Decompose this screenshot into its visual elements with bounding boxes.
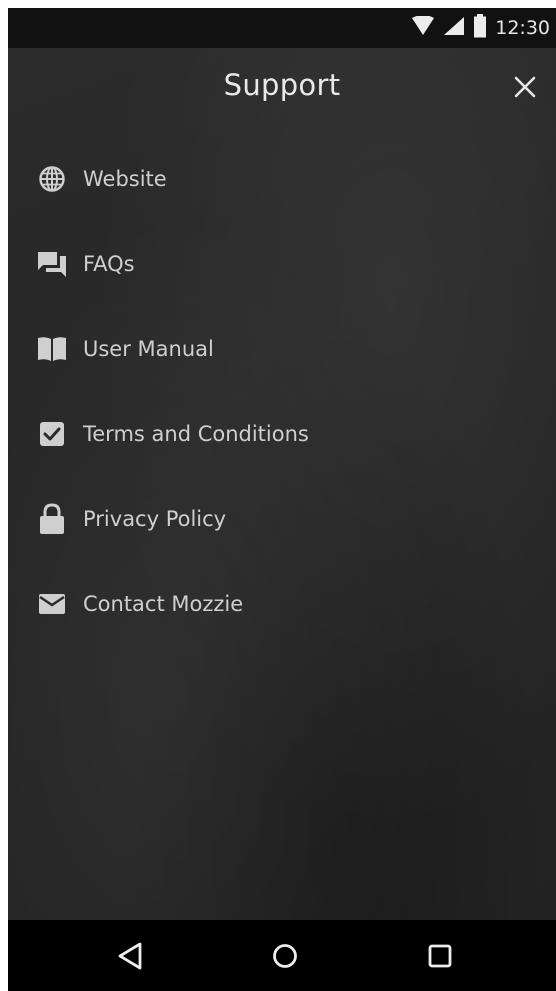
back-icon xyxy=(118,942,142,970)
status-time: 12:30 xyxy=(495,17,550,39)
menu-label-faqs: FAQs xyxy=(83,251,135,276)
menu-label-user-manual: User Manual xyxy=(83,336,214,361)
recents-button[interactable] xyxy=(418,934,462,978)
forum-icon xyxy=(36,248,68,280)
status-icons: 12:30 xyxy=(411,8,550,48)
book-icon xyxy=(36,333,68,365)
support-screen: 12:30 Support Website FAQs User Manual T… xyxy=(8,8,556,991)
menu-label-privacy-policy: Privacy Policy xyxy=(83,506,227,531)
home-icon xyxy=(273,944,297,968)
menu-item-user-manual[interactable]: User Manual xyxy=(8,306,556,391)
recents-icon xyxy=(428,944,452,968)
wifi-icon xyxy=(411,15,435,40)
close-icon xyxy=(514,76,536,98)
menu-item-contact[interactable]: Contact Mozzie xyxy=(8,561,556,646)
menu-label-contact: Contact Mozzie xyxy=(83,591,244,616)
menu-item-privacy-policy[interactable]: Privacy Policy xyxy=(8,476,556,561)
support-menu: Website FAQs User Manual Terms and Condi… xyxy=(8,136,556,646)
signal-icon xyxy=(443,16,465,40)
menu-item-terms[interactable]: Terms and Conditions xyxy=(8,391,556,476)
mail-icon xyxy=(36,588,68,620)
status-bar: 12:30 xyxy=(8,8,556,48)
menu-item-website[interactable]: Website xyxy=(8,136,556,221)
page-title: Support xyxy=(223,68,341,102)
header: Support xyxy=(8,48,556,122)
checkbox-icon xyxy=(36,418,68,450)
menu-label-terms: Terms and Conditions xyxy=(83,421,309,446)
back-button[interactable] xyxy=(108,934,152,978)
home-button[interactable] xyxy=(263,934,307,978)
navigation-bar xyxy=(8,920,556,991)
globe-icon xyxy=(36,163,68,195)
battery-icon xyxy=(473,14,487,42)
lock-icon xyxy=(36,502,68,535)
menu-item-faqs[interactable]: FAQs xyxy=(8,221,556,306)
close-button[interactable] xyxy=(508,70,542,104)
menu-label-website: Website xyxy=(83,166,167,191)
